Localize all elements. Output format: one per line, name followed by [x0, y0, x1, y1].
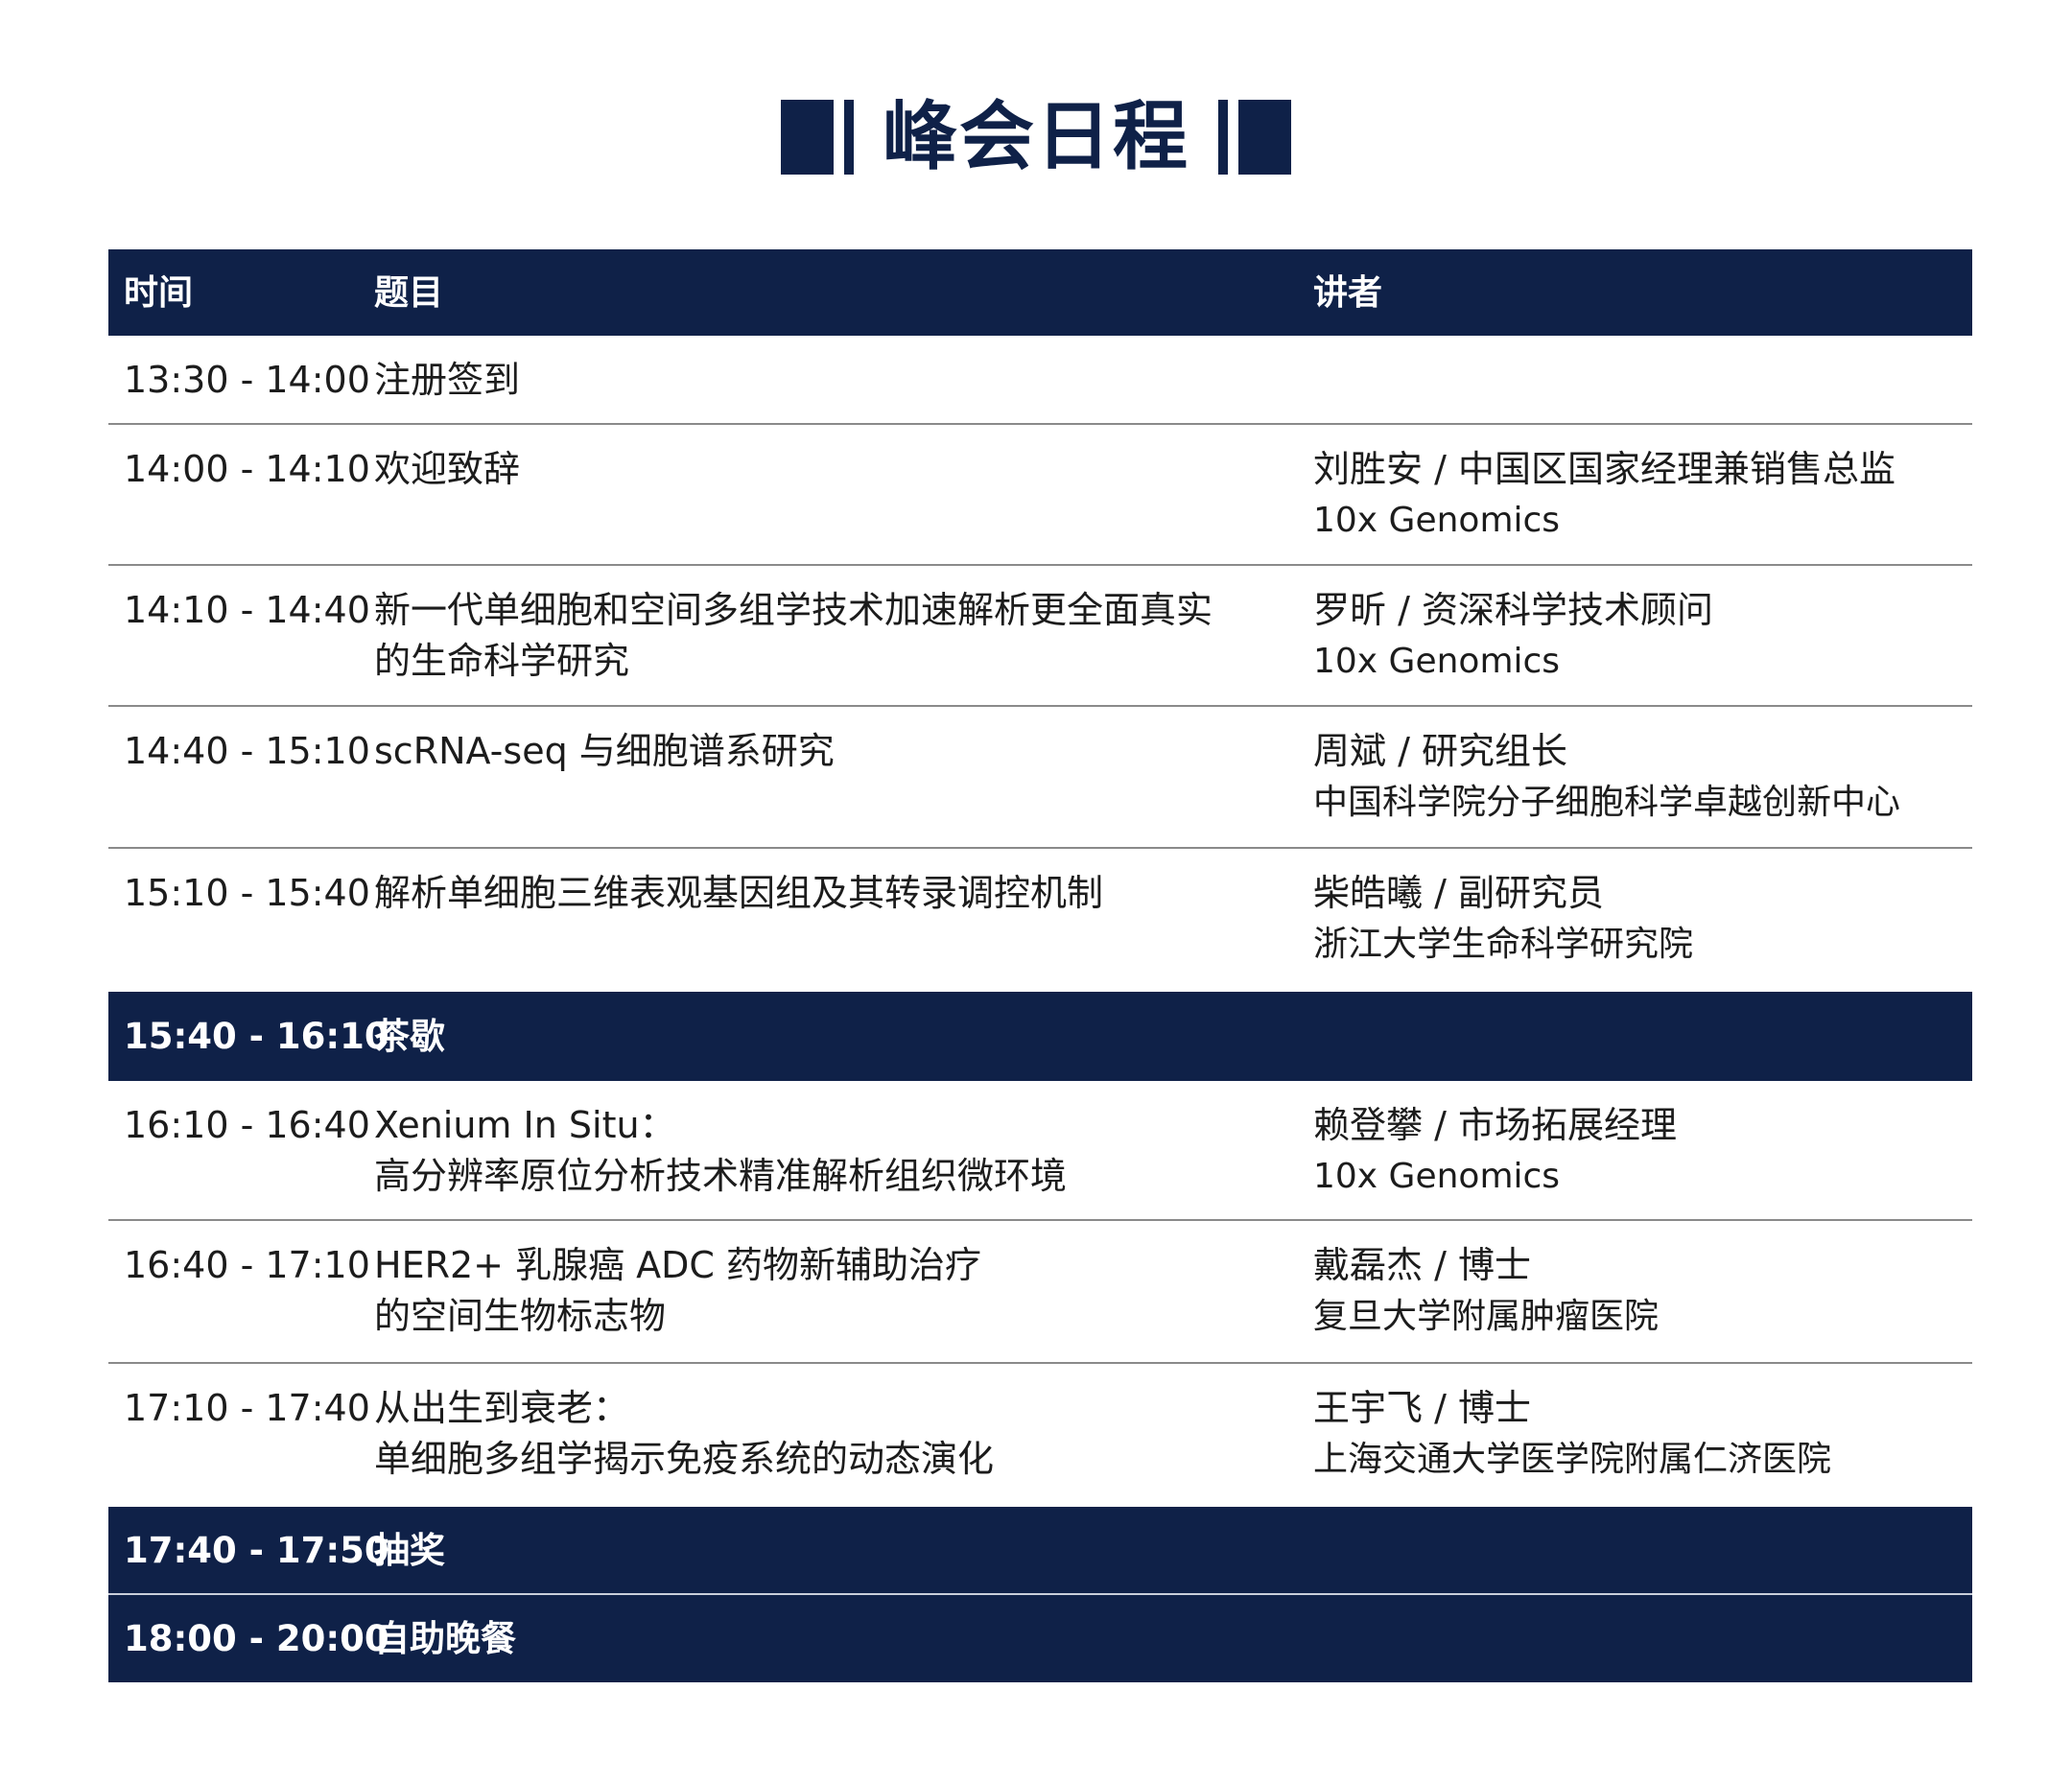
session-topic: 欢迎致辞 — [374, 448, 521, 490]
session-topic: HER2+ 乳腺癌 ADC 药物新辅助治疗 的空间生物标志物 — [374, 1244, 982, 1337]
break-row: 15:40 - 16:10 茶歇 — [108, 992, 1972, 1081]
session-topic: 新一代单细胞和空间多组学技术加速解析更全面真实 的生命科学研究 — [374, 589, 1213, 682]
header-time: 时间 — [124, 273, 194, 313]
session-speaker: 刘胜安 / 中国区国家经理兼销售总监 10x Genomics — [1313, 444, 1975, 546]
raffle-row: 17:40 - 17:50 抽奖 — [108, 1507, 1972, 1595]
speaker-org: 上海交通大学医学院附属仁济医院 — [1313, 1440, 1832, 1479]
table-row: 16:40 - 17:10 HER2+ 乳腺癌 ADC 药物新辅助治疗 的空间生… — [108, 1221, 1972, 1364]
title-decoration-left — [780, 100, 854, 175]
session-time: 13:30 - 14:00 — [124, 359, 370, 401]
session-speaker: 柴皓曦 / 副研究员 浙江大学生命科学研究院 — [1313, 868, 1975, 970]
session-time: 16:40 - 17:10 — [124, 1244, 370, 1286]
session-time: 17:10 - 17:40 — [124, 1387, 370, 1429]
session-topic: 茶歇 — [374, 1016, 445, 1057]
session-time: 18:00 - 20:00 — [124, 1618, 389, 1659]
session-time: 17:40 - 17:50 — [124, 1530, 389, 1571]
session-time: 15:40 - 16:10 — [124, 1016, 389, 1057]
session-speaker: 周斌 / 研究组长 中国科学院分子细胞科学卓越创新中心 — [1313, 726, 1975, 828]
session-time: 15:10 - 15:40 — [124, 872, 370, 914]
dinner-row: 18:00 - 20:00 自助晚餐 — [108, 1595, 1972, 1682]
table-row: 17:10 - 17:40 从出生到衰老： 单细胞多组学揭示免疫系统的动态演化 … — [108, 1364, 1972, 1507]
session-topic: 注册签到 — [374, 359, 521, 401]
session-topic: Xenium In Situ： 高分辨率原位分析技术精准解析组织微环境 — [374, 1104, 1068, 1197]
session-speaker: 戴磊杰 / 博士 复旦大学附属肿瘤医院 — [1313, 1240, 1975, 1342]
speaker-name: 柴皓曦 / 副研究员 — [1313, 872, 1604, 914]
session-speaker: 王宇飞 / 博士 上海交通大学医学院附属仁济医院 — [1313, 1383, 1975, 1485]
table-row: 14:00 - 14:10 欢迎致辞 刘胜安 / 中国区国家经理兼销售总监 10… — [108, 425, 1972, 566]
header-topic: 题目 — [374, 273, 444, 313]
session-topic: 抽奖 — [374, 1530, 445, 1571]
title-decoration-right — [1218, 100, 1291, 175]
agenda-table: 时间 题目 讲者 13:30 - 14:00 注册签到 14:00 - 14:1… — [108, 249, 1972, 1682]
page-title: 峰会日程 — [882, 94, 1189, 180]
session-time: 14:40 - 15:10 — [124, 730, 370, 772]
speaker-org: 10x Genomics — [1313, 501, 1561, 540]
speaker-org: 中国科学院分子细胞科学卓越创新中心 — [1313, 783, 1901, 822]
session-time: 16:10 - 16:40 — [124, 1104, 370, 1146]
speaker-name: 王宇飞 / 博士 — [1313, 1387, 1531, 1429]
session-time: 14:10 - 14:40 — [124, 589, 370, 631]
header-speaker: 讲者 — [1313, 273, 1383, 313]
speaker-org: 浙江大学生命科学研究院 — [1313, 925, 1694, 964]
table-row: 14:40 - 15:10 scRNA-seq 与细胞谱系研究 周斌 / 研究组… — [108, 707, 1972, 849]
session-speaker: 赖登攀 / 市场拓展经理 10x Genomics — [1313, 1100, 1975, 1202]
session-topic: 自助晚餐 — [374, 1618, 516, 1659]
speaker-name: 周斌 / 研究组长 — [1313, 730, 1567, 772]
session-topic: 从出生到衰老： 单细胞多组学揭示免疫系统的动态演化 — [374, 1387, 995, 1480]
speaker-org: 复旦大学附属肿瘤医院 — [1313, 1297, 1660, 1336]
speaker-name: 罗昕 / 资深科学技术顾问 — [1313, 589, 1713, 631]
speaker-name: 刘胜安 / 中国区国家经理兼销售总监 — [1313, 448, 1895, 490]
table-row: 16:10 - 16:40 Xenium In Situ： 高分辨率原位分析技术… — [108, 1081, 1972, 1221]
speaker-name: 戴磊杰 / 博士 — [1313, 1244, 1531, 1286]
table-row: 15:10 - 15:40 解析单细胞三维表观基因组及其转录调控机制 柴皓曦 /… — [108, 849, 1972, 992]
session-topic: 解析单细胞三维表观基因组及其转录调控机制 — [374, 872, 1104, 914]
table-row: 14:10 - 14:40 新一代单细胞和空间多组学技术加速解析更全面真实 的生… — [108, 566, 1972, 707]
table-row: 13:30 - 14:00 注册签到 — [108, 336, 1972, 425]
page-title-bar: 峰会日程 — [0, 99, 2072, 176]
speaker-org: 10x Genomics — [1313, 642, 1561, 681]
speaker-name: 赖登攀 / 市场拓展经理 — [1313, 1104, 1677, 1146]
speaker-org: 10x Genomics — [1313, 1157, 1561, 1196]
session-speaker: 罗昕 / 资深科学技术顾问 10x Genomics — [1313, 585, 1975, 687]
table-header: 时间 题目 讲者 — [108, 249, 1972, 336]
session-time: 14:00 - 14:10 — [124, 448, 370, 490]
session-topic: scRNA-seq 与细胞谱系研究 — [374, 730, 835, 772]
